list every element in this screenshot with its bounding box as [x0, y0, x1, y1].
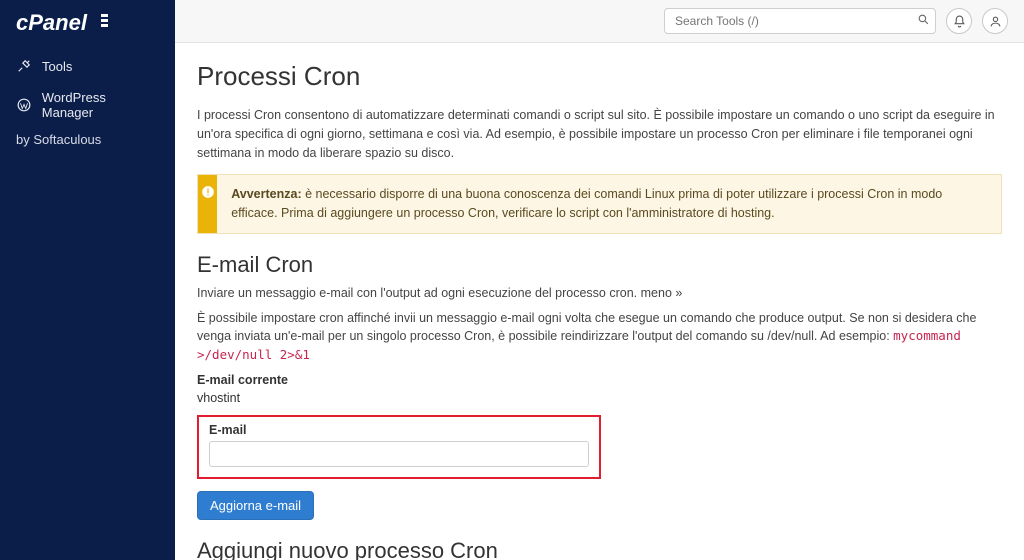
warning-alert: Avvertenza: è necessario disporre di una… [197, 174, 1002, 234]
wordpress-icon [16, 97, 32, 113]
sidebar-item-wordpress-manager[interactable]: WordPress Manager [0, 82, 175, 128]
content: Processi Cron I processi Cron consentono… [175, 43, 1024, 560]
warning-icon [198, 175, 217, 233]
update-email-button[interactable]: Aggiorna e-mail [197, 491, 314, 520]
sidebar-item-tools[interactable]: Tools [0, 50, 175, 82]
main-area: Processi Cron I processi Cron consentono… [175, 0, 1024, 560]
search-wrap [664, 8, 936, 34]
notifications-button[interactable] [946, 8, 972, 34]
sidebar-item-label: WordPress Manager [42, 90, 159, 120]
topbar [175, 0, 1024, 43]
add-section-title: Aggiungi nuovo processo Cron [197, 538, 1002, 560]
email-line1: Inviare un messaggio e-mail con l'output… [197, 284, 1002, 303]
current-email-value: vhostint [197, 391, 1002, 405]
search-input[interactable] [664, 8, 936, 34]
page-intro: I processi Cron consentono di automatizz… [197, 106, 1002, 162]
email-section-title: E-mail Cron [197, 252, 1002, 278]
sidebar-subtext: by Softaculous [0, 128, 175, 155]
account-button[interactable] [982, 8, 1008, 34]
warning-body: Avvertenza: è necessario disporre di una… [217, 175, 1001, 233]
tools-icon [16, 58, 32, 74]
current-email-label: E-mail corrente [197, 373, 1002, 387]
email-field[interactable] [209, 441, 589, 467]
less-toggle-link[interactable]: meno » [641, 286, 683, 300]
warning-text: è necessario disporre di una buona conos… [231, 187, 942, 220]
email-line2: È possibile impostare cron affinché invi… [197, 309, 1002, 365]
page-title: Processi Cron [197, 61, 1002, 92]
svg-text:cPanel: cPanel [16, 10, 88, 35]
email-input-block: E-mail [197, 415, 601, 479]
sidebar-item-label: Tools [42, 59, 72, 74]
search-icon[interactable] [917, 13, 930, 29]
sidebar: cPanel Tools WordPress Manager by Softac… [0, 0, 175, 560]
email-input-label: E-mail [209, 423, 589, 437]
cpanel-logo[interactable]: cPanel [0, 0, 175, 50]
warning-label: Avvertenza: [231, 187, 301, 201]
